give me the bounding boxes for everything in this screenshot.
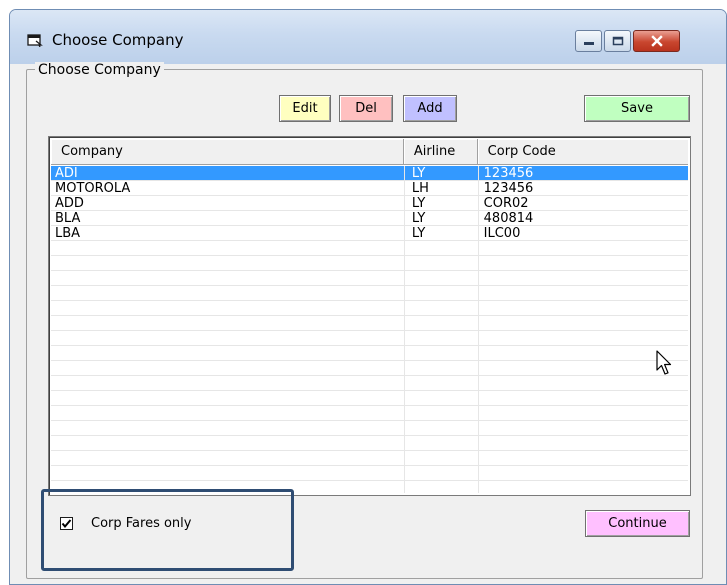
gridline-horizontal xyxy=(51,480,688,481)
gridline-vertical xyxy=(404,166,405,493)
window-title: Choose Company xyxy=(52,31,184,49)
cell-airline: LY xyxy=(411,196,426,211)
corp-fares-only-option[interactable]: Corp Fares only xyxy=(60,516,191,531)
gridline-horizontal xyxy=(51,465,688,466)
gridline-horizontal xyxy=(51,195,688,196)
table-row[interactable]: ADI LY 123456 xyxy=(51,166,688,181)
cell-company: BLA xyxy=(55,211,81,226)
add-button[interactable]: Add xyxy=(403,95,457,122)
table-row[interactable]: LBA LY ILC00 xyxy=(51,226,688,241)
gridline-horizontal xyxy=(51,255,688,256)
gridline-vertical xyxy=(478,166,479,493)
minimize-icon xyxy=(583,42,594,45)
table-row[interactable]: MOTOROLA LH 123456 xyxy=(51,181,688,196)
title-bar[interactable]: Choose Company xyxy=(10,10,726,64)
gridline-horizontal xyxy=(51,435,688,436)
continue-button[interactable]: Continue xyxy=(585,510,690,537)
corp-fares-only-checkbox[interactable] xyxy=(60,517,73,530)
company-list[interactable]: Company Airline Corp Code ADI LY 123456 … xyxy=(48,136,691,496)
gridline-horizontal xyxy=(51,285,688,286)
cell-airline: LY xyxy=(411,211,426,226)
cell-corp-code: COR02 xyxy=(483,196,529,211)
corp-fares-only-label[interactable]: Corp Fares only xyxy=(91,516,191,531)
gridline-horizontal xyxy=(51,315,688,316)
cell-company: LBA xyxy=(55,226,81,241)
gridline-horizontal xyxy=(51,240,688,241)
save-button[interactable]: Save xyxy=(584,95,690,122)
cell-airline: LH xyxy=(411,181,429,196)
mouse-pointer-icon xyxy=(656,350,672,375)
gridline-horizontal xyxy=(51,210,688,211)
edit-button[interactable]: Edit xyxy=(279,95,331,122)
gridline-horizontal xyxy=(51,390,688,391)
gridline-horizontal xyxy=(51,405,688,406)
table-row[interactable]: ADD LY COR02 xyxy=(51,196,688,211)
close-icon xyxy=(650,35,663,47)
cell-corp-code: ILC00 xyxy=(483,226,521,241)
gridline-horizontal xyxy=(51,360,688,361)
gridline-horizontal xyxy=(51,330,688,331)
cell-company: MOTOROLA xyxy=(55,181,131,196)
window-app-icon xyxy=(27,34,43,47)
cell-airline: LY xyxy=(411,166,426,181)
close-button[interactable] xyxy=(633,30,680,52)
cell-corp-code: 123456 xyxy=(483,181,534,196)
column-header-airline[interactable]: Airline xyxy=(403,139,478,165)
gridline-horizontal xyxy=(51,300,688,301)
groupbox-label: Choose Company xyxy=(35,62,164,78)
maximize-icon xyxy=(612,36,623,46)
minimize-button[interactable] xyxy=(575,30,602,52)
gridline-horizontal xyxy=(51,375,688,376)
maximize-button[interactable] xyxy=(604,30,631,52)
table-row[interactable]: BLA LY 480814 xyxy=(51,211,688,226)
gridline-horizontal xyxy=(51,225,688,226)
list-header: Company Airline Corp Code xyxy=(51,139,689,165)
cell-corp-code: 123456 xyxy=(483,166,534,181)
gridline-horizontal xyxy=(51,180,688,181)
del-button[interactable]: Del xyxy=(339,95,393,122)
cell-corp-code: 480814 xyxy=(483,211,534,226)
gridline-horizontal xyxy=(51,420,688,421)
list-body[interactable]: ADI LY 123456 MOTOROLA LH 123456 ADD LY … xyxy=(51,166,688,493)
cell-company: ADD xyxy=(55,196,84,211)
column-header-company[interactable]: Company xyxy=(51,139,404,165)
gridline-horizontal xyxy=(51,450,688,451)
checkmark-icon xyxy=(61,519,72,529)
column-header-corp-code[interactable]: Corp Code xyxy=(477,139,689,165)
cell-company: ADI xyxy=(55,166,78,181)
gridline-horizontal xyxy=(51,345,688,346)
gridline-horizontal xyxy=(51,270,688,271)
cell-airline: LY xyxy=(411,226,426,241)
